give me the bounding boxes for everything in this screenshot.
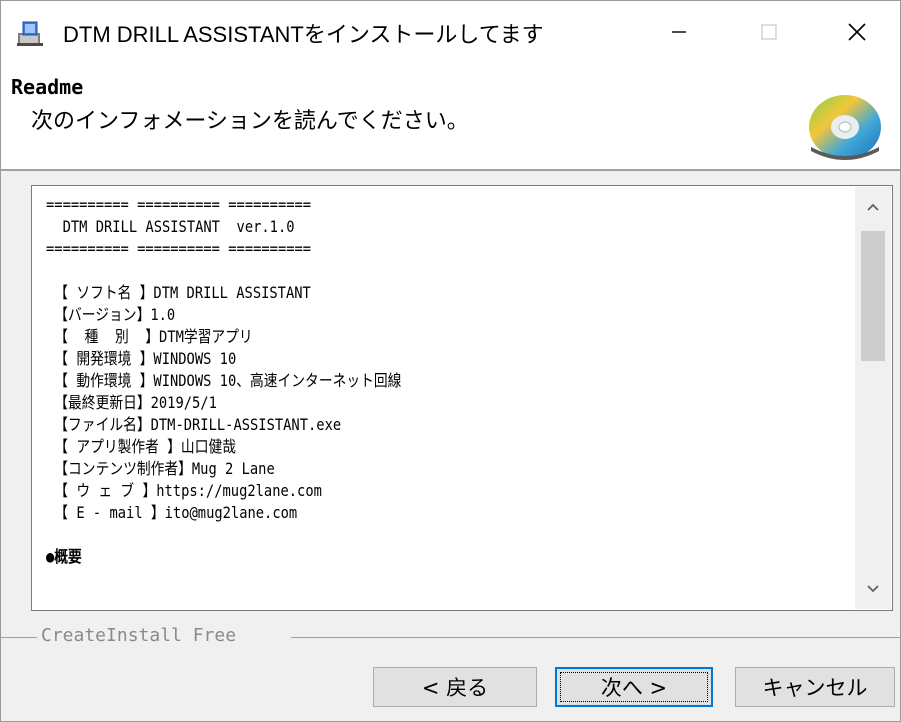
title-bar[interactable]: DTM DRILL ASSISTANTをインストールしてます xyxy=(1,1,900,65)
readme-line: ========== ========== ========== xyxy=(46,195,312,214)
readme-line: 【 開発環境 】WINDOWS 10 xyxy=(46,349,237,368)
focus-ring xyxy=(560,672,708,702)
readme-line: 【 種 別 】DTM学習アプリ xyxy=(46,327,253,346)
minimize-icon[interactable] xyxy=(649,11,709,53)
readme-text: ========== ========== ========== DTM DRI… xyxy=(46,194,734,568)
readme-line: ========== ========== ========== xyxy=(46,239,312,258)
readme-line: 【 アプリ製作者 】山口健哉 xyxy=(46,437,236,456)
readme-line: DTM DRILL ASSISTANT ver.1.0 xyxy=(46,217,295,236)
readme-line: 【 動作環境 】WINDOWS 10、高速インターネット回線 xyxy=(46,371,402,390)
readme-line xyxy=(46,260,734,282)
installer-window: DTM DRILL ASSISTANTをインストールしてます Readme 次の… xyxy=(0,0,901,722)
readme-line xyxy=(46,524,734,546)
readme-line: 【 E - mail 】ito@mug2lane.com xyxy=(46,503,298,522)
close-icon[interactable] xyxy=(827,11,887,53)
scroll-up-icon[interactable] xyxy=(855,187,891,227)
window-title: DTM DRILL ASSISTANTをインストールしてます xyxy=(63,22,544,47)
header-divider xyxy=(1,169,900,171)
cd-icon xyxy=(809,95,881,160)
cancel-button[interactable]: キャンセル xyxy=(735,667,895,707)
scroll-thumb[interactable] xyxy=(861,231,885,361)
back-button[interactable]: < 戻る xyxy=(373,667,537,707)
page-subtitle: 次のインフォメーションを読んでください。 xyxy=(31,109,469,134)
page-title: Readme xyxy=(11,75,84,99)
readme-line: 【最終更新日】2019/5/1 xyxy=(46,393,217,412)
readme-line: 【 ウ ェ ブ 】https://mug2lane.com xyxy=(46,481,322,500)
readme-line: 【ファイル名】DTM-DRILL-ASSISTANT.exe xyxy=(46,415,342,434)
readme-line: 【コンテンツ制作者】Mug 2 Lane xyxy=(46,459,275,478)
next-button[interactable]: 次へ > xyxy=(555,667,713,707)
maximize-icon xyxy=(739,11,799,53)
readme-textbox[interactable]: ========== ========== ========== DTM DRI… xyxy=(31,185,893,611)
page-header: Readme 次のインフォメーションを読んでください。 xyxy=(1,65,900,169)
brand-label: CreateInstall Free xyxy=(37,625,241,646)
vertical-scrollbar[interactable] xyxy=(855,187,891,609)
readme-line: ●概要 xyxy=(46,547,82,566)
readme-line: 【バージョン】1.0 xyxy=(46,305,176,324)
brand-divider-right xyxy=(291,637,900,638)
installer-icon xyxy=(17,21,43,46)
readme-line: 【 ソフト名 】DTM DRILL ASSISTANT xyxy=(46,283,311,302)
scroll-down-icon[interactable] xyxy=(855,569,891,609)
brand-divider-left xyxy=(1,637,37,638)
